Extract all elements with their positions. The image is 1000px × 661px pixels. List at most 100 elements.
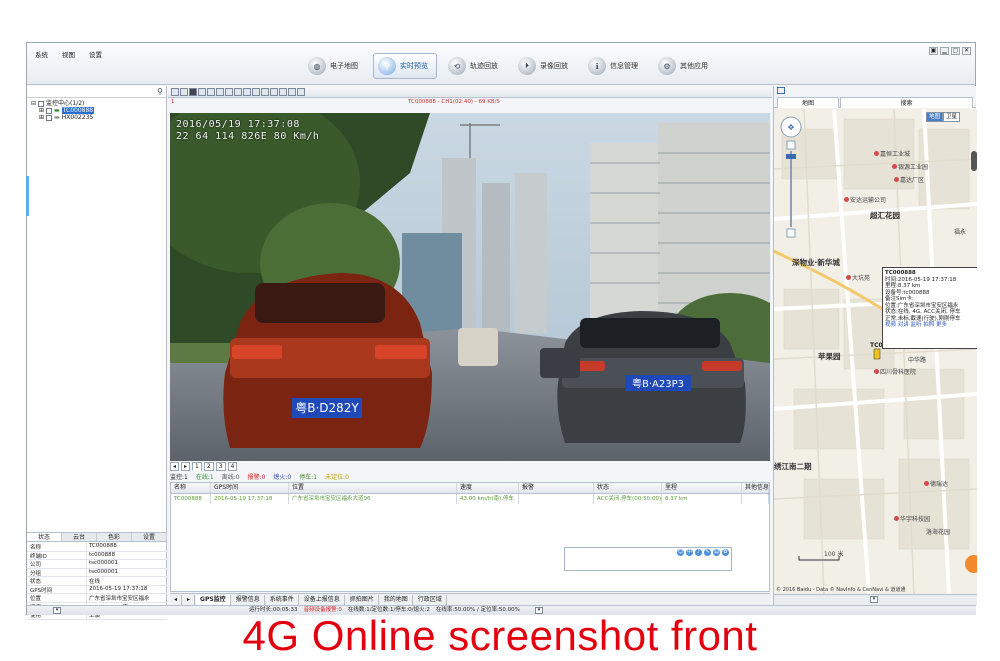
talk-icon[interactable] <box>252 87 260 96</box>
camera-icon[interactable] <box>270 87 278 96</box>
map-place-label[interactable]: 四川骨科医院 <box>874 367 916 376</box>
tab-map-search[interactable]: 搜索 <box>840 97 973 108</box>
expand-icon[interactable]: ⊞ <box>39 114 44 121</box>
tree-checkbox[interactable] <box>38 100 45 107</box>
snapshot-icon[interactable] <box>225 87 233 96</box>
map-place-label[interactable]: 银源工业园 <box>892 162 928 171</box>
tree-root[interactable]: ⊟ 监控中心(1/2) <box>31 100 162 107</box>
tree-checkbox[interactable] <box>46 107 53 114</box>
stop-icon[interactable] <box>261 87 269 96</box>
map-place-label[interactable]: 福永 <box>954 227 966 236</box>
menu-view[interactable]: 视图 <box>62 49 75 59</box>
map-type-normal[interactable]: 地图 <box>926 112 944 122</box>
tab-alarm-info[interactable]: 报警信息 <box>232 594 265 605</box>
map-place-label[interactable]: 德瑞达 <box>924 479 948 488</box>
layout-4-icon[interactable] <box>180 87 188 96</box>
col-status[interactable]: 状态 <box>594 483 662 493</box>
col-location[interactable]: 位置 <box>289 483 457 493</box>
table-row[interactable]: TC000888 2016-05-19 17:37:18 广东省深圳市宝安区福永… <box>171 494 769 504</box>
map-place-label[interactable]: 深物业·新华城 <box>792 257 840 268</box>
map-place-label[interactable]: 嘉恒工业城 <box>874 149 910 158</box>
page-next-icon[interactable]: ▸ <box>181 462 191 471</box>
tab-my-map[interactable]: 我的地图 <box>380 594 413 605</box>
page-tab[interactable]: 2 <box>203 462 214 471</box>
map-place-label[interactable]: 绣江南二期 <box>774 461 812 472</box>
map-place-label[interactable]: 100 米 <box>824 549 843 558</box>
search-icon[interactable]: ⚲ <box>157 87 163 96</box>
tree-device[interactable]: ⊞ ▬ TC000888 <box>31 107 162 114</box>
tree-device[interactable]: ⊞ ▬ HX002235 <box>31 114 162 121</box>
map-place-label[interactable]: 安达运输公司 <box>844 195 886 204</box>
layout-custom-icon[interactable] <box>207 87 215 96</box>
edit-icon[interactable]: ✎ <box>704 549 711 556</box>
audio-icon[interactable] <box>243 87 251 96</box>
play-icon[interactable] <box>279 87 287 96</box>
expand-icon[interactable]: ⊞ <box>39 107 44 114</box>
baidu-map[interactable]: ✥ 地图 卫星 嘉恒工业城 银源工业园 嘉达厂区 安达运输公司 超汇花园 福永 深物业·新华… <box>774 109 977 594</box>
collapse-icon[interactable]: ⊟ <box>31 100 36 107</box>
tab-ptz[interactable]: 云台 <box>62 533 97 541</box>
restore-icon[interactable]: ▣ <box>929 47 938 55</box>
tab-status[interactable]: 状态 <box>27 533 62 541</box>
popup-actions[interactable]: 视频 对讲 监听 拍照 更多 <box>885 322 975 329</box>
map-place-label[interactable]: 洛海花园 <box>926 527 950 536</box>
fullscreen-icon[interactable] <box>216 87 224 96</box>
map-type-satellite[interactable]: 卫星 <box>943 112 961 122</box>
close-all-icon[interactable] <box>297 87 305 96</box>
tabs-prev-icon[interactable]: ◂ <box>170 594 183 605</box>
close-icon[interactable]: ✕ <box>962 47 971 55</box>
tab-admin-area[interactable]: 行政区域 <box>414 594 447 605</box>
tabs-next-icon[interactable]: ▸ <box>183 594 196 605</box>
page-tab[interactable]: 1 <box>192 462 202 471</box>
panel-splitter[interactable] <box>26 176 29 216</box>
tab-video-playback[interactable]: ⏵ 录像回放 <box>513 53 577 79</box>
keyboard-icon[interactable]: ▤ <box>713 549 720 556</box>
page-prev-icon[interactable]: ◂ <box>170 462 180 471</box>
record-icon[interactable] <box>234 87 242 96</box>
settings-icon[interactable]: ✿ <box>722 549 729 556</box>
ime-icon[interactable]: 中 <box>686 549 693 556</box>
layout-16-icon[interactable] <box>198 87 206 96</box>
map-panel-icon[interactable] <box>777 87 785 94</box>
collapse-map-icon[interactable]: ▾ <box>870 596 878 603</box>
volume-icon[interactable] <box>288 87 296 96</box>
page-tab[interactable]: 4 <box>227 462 238 471</box>
map-place-label[interactable]: 大坑苑 <box>846 273 870 282</box>
layout-9-icon[interactable] <box>189 87 197 96</box>
tab-track-playback[interactable]: ⟲ 轨迹回放 <box>443 53 507 79</box>
tab-device-report[interactable]: 设备上报信息 <box>300 594 345 605</box>
col-gps-time[interactable]: GPS时间 <box>211 483 289 493</box>
map-place-label[interactable]: 华宇科技园 <box>894 514 930 523</box>
col-mileage[interactable]: 里程 <box>662 483 742 493</box>
tree-checkbox[interactable] <box>46 114 53 121</box>
layout-1-icon[interactable] <box>171 87 179 96</box>
col-speed[interactable]: 速度 <box>457 483 519 493</box>
tab-system-events[interactable]: 系统事件 <box>266 594 299 605</box>
tab-snapshots[interactable]: 抓拍图片 <box>346 594 379 605</box>
col-name[interactable]: 名称 <box>171 483 211 493</box>
col-other[interactable]: 其他信息 <box>742 483 769 493</box>
minimize-icon[interactable]: ▁ <box>940 47 949 55</box>
voice-icon[interactable]: ♪ <box>695 549 702 556</box>
map-place-label[interactable]: 苹果园 <box>818 351 841 362</box>
map-place-label[interactable]: 嘉达厂区 <box>894 175 924 184</box>
device-search-input[interactable]: ⚲ <box>27 86 166 98</box>
tab-map-view[interactable]: 地图 <box>777 97 839 108</box>
tab-map[interactable]: ◍ 电子地图 <box>303 53 367 79</box>
map-place-label[interactable]: 中华路 <box>908 355 926 364</box>
tab-other-apps[interactable]: ⚙ 其他应用 <box>653 53 717 79</box>
message-input[interactable]: ☺ 中 ♪ ✎ ▤ ✿ <box>564 547 732 571</box>
menu-system[interactable]: 系统 <box>35 49 48 59</box>
page-tab[interactable]: 3 <box>215 462 226 471</box>
video-feed[interactable]: 粤B·D282Y 粤B·A23P3 2016/05/19 17:37:08 22… <box>170 113 770 461</box>
map-place-label[interactable]: 超汇花园 <box>870 210 900 221</box>
tab-setup[interactable]: 设置 <box>132 533 167 541</box>
tab-live-preview[interactable]: ⚲ 实时预览 <box>373 53 437 79</box>
tab-info-management[interactable]: ℹ 信息管理 <box>583 53 647 79</box>
maximize-icon[interactable]: ▢ <box>951 47 960 55</box>
emoji-icon[interactable]: ☺ <box>677 549 684 556</box>
tab-color[interactable]: 色彩 <box>97 533 132 541</box>
col-alarm[interactable]: 报警 <box>519 483 594 493</box>
tab-gps-monitor[interactable]: GPS监控 <box>196 594 231 605</box>
menu-settings[interactable]: 设置 <box>89 49 102 59</box>
